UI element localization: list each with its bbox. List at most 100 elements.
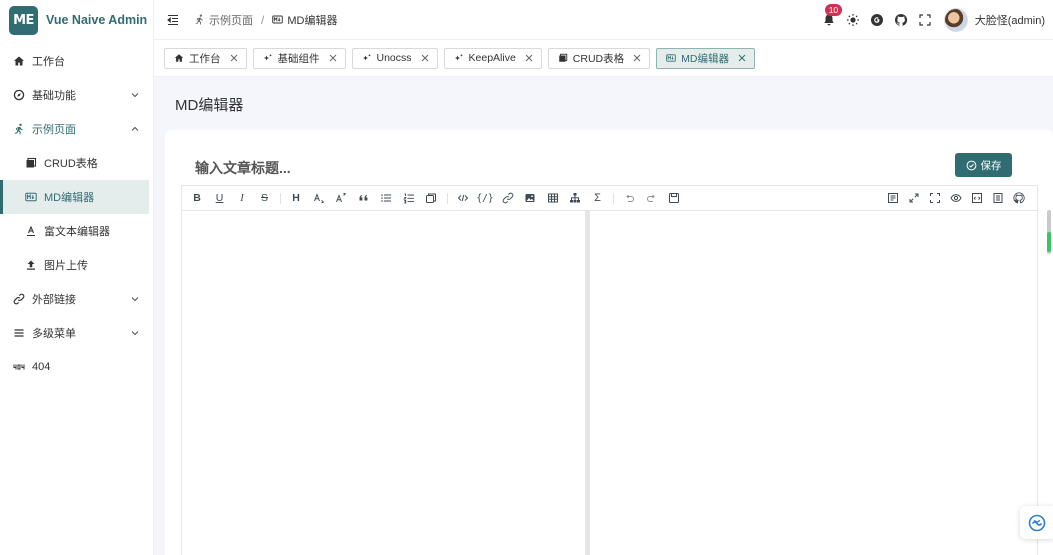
sidebar-item-rich-text[interactable]: 富文本编辑器 xyxy=(0,214,153,248)
notification-bell[interactable]: 10 xyxy=(822,4,843,27)
bold-button[interactable]: B xyxy=(190,191,204,205)
save-button-label: 保存 xyxy=(980,159,1002,172)
tab-keepalive[interactable]: KeepAlive xyxy=(443,47,542,69)
chevron-down-icon xyxy=(131,331,139,336)
heading-button[interactable]: H xyxy=(289,191,303,205)
brand[interactable]: ME Vue Naive Admin xyxy=(0,0,153,40)
tab-md-editor[interactable]: MD编辑器 xyxy=(656,47,755,69)
image-button[interactable] xyxy=(523,191,537,205)
google-icon xyxy=(870,14,883,26)
page-scrollbar[interactable] xyxy=(1047,210,1051,254)
sidebar-item-crud[interactable]: CRUD表格 xyxy=(0,146,153,180)
formula-button[interactable]: Σ xyxy=(591,191,605,205)
link-icon xyxy=(502,192,513,204)
unordered-list-button[interactable] xyxy=(379,191,393,205)
markdown-input-pane[interactable] xyxy=(182,211,585,555)
fullscreen-button[interactable] xyxy=(918,13,932,27)
italic-button[interactable]: I xyxy=(235,191,249,205)
toolbar-divider xyxy=(280,192,281,204)
sidebar-item-examples[interactable]: 示例页面 xyxy=(0,112,153,146)
toc-button[interactable] xyxy=(886,191,900,205)
sidebar-item-md-editor[interactable]: MD编辑器 xyxy=(0,180,149,214)
underline-button[interactable]: U xyxy=(213,191,227,205)
sidebar-item-basic[interactable]: 基础功能 xyxy=(0,78,153,112)
table-icon xyxy=(25,157,37,169)
toolbar-right xyxy=(886,191,1033,205)
text-editor-icon xyxy=(25,225,37,237)
redo-button[interactable] xyxy=(645,191,659,205)
quote-button[interactable] xyxy=(357,191,371,205)
check-circle-icon xyxy=(966,160,976,170)
toolbar-divider xyxy=(613,192,614,204)
sidebar-item-label: 多级菜单 xyxy=(32,328,76,340)
user-name[interactable]: 大脸怪(admin) xyxy=(975,12,1045,28)
close-icon[interactable] xyxy=(421,54,429,62)
theme-toggle[interactable] xyxy=(846,13,860,27)
markdown-preview-pane xyxy=(590,211,1037,555)
breadcrumb-item-examples[interactable]: 示例页面 xyxy=(194,12,253,28)
chevron-up-icon xyxy=(131,126,139,131)
github-link[interactable] xyxy=(894,13,908,27)
tab-label: 基础组件 xyxy=(277,52,320,65)
tab-unocss[interactable]: Unocss xyxy=(351,47,438,69)
close-icon[interactable] xyxy=(633,54,641,62)
html-icon xyxy=(972,193,982,203)
catalog-button[interactable] xyxy=(991,191,1005,205)
editor-toolbar: B U I S H {/} Σ xyxy=(182,186,1037,211)
save-button[interactable]: 保存 xyxy=(955,153,1012,177)
tab-basic-components[interactable]: 基础组件 xyxy=(252,47,346,69)
sidebar-item-external-links[interactable]: 外部链接 xyxy=(0,282,153,316)
sitemap-icon xyxy=(570,193,580,203)
ordered-list-button[interactable] xyxy=(402,191,416,205)
sidebar-item-multi-menu[interactable]: 多级菜单 xyxy=(0,316,153,350)
table-button[interactable] xyxy=(546,191,560,205)
home-icon xyxy=(13,55,25,67)
upload-icon xyxy=(25,259,37,271)
expand-icon xyxy=(909,193,919,203)
editor-card: 保存 B U I S H {/} xyxy=(165,130,1053,555)
sidebar-item-workbench[interactable]: 工作台 xyxy=(0,44,153,78)
close-icon[interactable] xyxy=(525,54,533,62)
tab-label: KeepAlive xyxy=(468,52,516,64)
github-button[interactable] xyxy=(1012,191,1026,205)
superscript-icon xyxy=(336,193,346,203)
diagram-button[interactable] xyxy=(568,191,582,205)
fullscreen-icon xyxy=(919,14,931,26)
brand-name: Vue Naive Admin xyxy=(46,13,148,27)
sidebar-item-404[interactable]: 404 xyxy=(0,350,153,384)
close-icon[interactable] xyxy=(329,54,337,62)
inline-code-button[interactable]: {/} xyxy=(476,191,493,205)
save-draft-button[interactable] xyxy=(667,191,681,205)
sparkle-icon xyxy=(263,53,273,63)
subscript-button[interactable] xyxy=(312,191,326,205)
github-icon xyxy=(894,13,907,26)
article-title-input[interactable] xyxy=(195,157,895,179)
floating-assistant-button[interactable] xyxy=(1020,506,1053,539)
strikethrough-button[interactable]: S xyxy=(258,191,272,205)
close-icon[interactable] xyxy=(230,54,238,62)
html-preview-button[interactable] xyxy=(970,191,984,205)
avatar[interactable] xyxy=(943,8,968,32)
chevron-down-icon xyxy=(131,93,139,98)
code-button[interactable] xyxy=(456,191,470,205)
tab-label: CRUD表格 xyxy=(572,52,625,65)
undo-button[interactable] xyxy=(622,191,636,205)
markdown-editor: B U I S H {/} Σ xyxy=(181,185,1038,555)
superscript-button[interactable] xyxy=(334,191,348,205)
tab-label: Unocss xyxy=(376,52,412,64)
close-icon[interactable] xyxy=(738,54,746,62)
language-button[interactable] xyxy=(870,13,884,27)
page-fullscreen-button[interactable] xyxy=(907,191,921,205)
link-button[interactable] xyxy=(501,191,515,205)
sidebar-item-upload[interactable]: 图片上传 xyxy=(0,248,153,282)
tab-label: 工作台 xyxy=(189,52,221,65)
github-icon xyxy=(1013,192,1025,204)
ordered-list-icon xyxy=(402,193,414,204)
fullscreen-toggle-button[interactable] xyxy=(928,191,942,205)
sidebar-item-label: MD编辑器 xyxy=(44,192,95,204)
menu-fold-icon[interactable] xyxy=(166,13,180,27)
codeblock-button[interactable] xyxy=(424,191,438,205)
tab-crud[interactable]: CRUD表格 xyxy=(547,47,651,69)
preview-button[interactable] xyxy=(949,191,963,205)
tab-workbench[interactable]: 工作台 xyxy=(164,47,247,69)
